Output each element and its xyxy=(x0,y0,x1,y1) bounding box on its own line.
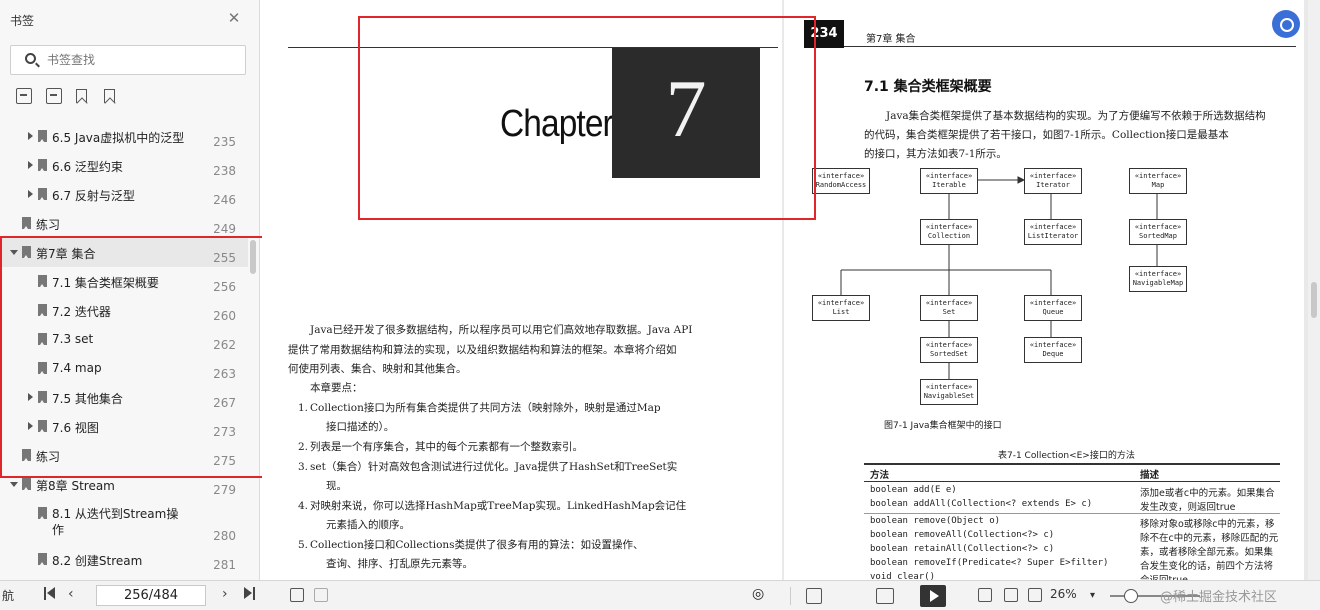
table-cell: 移除对象o或移除c中的元素，移 xyxy=(1140,519,1275,530)
highlight-box xyxy=(358,16,816,220)
scroll-thumb[interactable] xyxy=(1311,282,1317,318)
single-page-icon[interactable] xyxy=(806,588,822,604)
expand-all-icon[interactable] xyxy=(16,88,32,104)
panel-title: 书签 xyxy=(10,14,35,28)
uml-interface: «interface» Iterator xyxy=(1024,168,1082,194)
back-icon[interactable] xyxy=(290,588,304,602)
bookmark-search-input[interactable] xyxy=(47,51,237,69)
zoom-level[interactable]: 26% xyxy=(1050,587,1077,601)
table-header: 方法 xyxy=(870,470,890,481)
uml-interface: «interface» SortedMap xyxy=(1129,219,1187,245)
uml-interface: «interface» Deque xyxy=(1024,337,1082,363)
bookmark-item[interactable]: 练习 249 xyxy=(0,209,248,238)
key-point: 4. 对映射来说，你可以选择HashMap或TreeMap实现。LinkedHas… xyxy=(298,500,687,512)
intro-line: Java已经开发了很多数据结构，所以程序员可以用它们高效地存取数据。Java A… xyxy=(310,324,693,336)
assistant-button[interactable] xyxy=(1272,10,1300,38)
table-cell: boolean removeAll(Collection<?> c) xyxy=(870,530,1055,540)
table-cell: boolean remove(Object o) xyxy=(870,516,1001,526)
fit-width-icon[interactable] xyxy=(1028,588,1042,602)
table-cell: 发生改变，则返回true xyxy=(1140,502,1236,513)
intro-line: 何使用列表、集合、映射和其他集合。 xyxy=(288,363,467,375)
figure-caption: 图7-1 Java集合框架中的接口 xyxy=(884,421,1002,431)
document-scrollbar[interactable] xyxy=(1308,0,1320,580)
fit-page-icon[interactable] xyxy=(1004,588,1018,602)
uml-interface: «interface» List xyxy=(812,295,870,321)
table-cell: boolean add(E e) xyxy=(870,485,957,495)
bookmark-icon xyxy=(38,130,47,142)
bookmark-item[interactable]: 6.7 反射与泛型 246 xyxy=(0,180,248,209)
uml-interface: «interface» Collection xyxy=(920,219,978,245)
page-right: 234 第7章 集合 7.1 集合类框架概要 Java集合类框架提供了基本数据结… xyxy=(784,0,1304,586)
last-page-icon[interactable] xyxy=(244,587,258,601)
bookmark-icon[interactable] xyxy=(104,89,115,103)
two-page-icon[interactable] xyxy=(876,588,894,604)
uml-interface: «interface» Queue xyxy=(1024,295,1082,321)
uml-interface: «interface» SortedSet xyxy=(920,337,978,363)
table-caption: 表7-1 Collection<E>接口的方法 xyxy=(998,451,1135,461)
table-cell: 添加e或者c中的元素。如果集合 xyxy=(1140,488,1275,499)
uml-interface: «interface» RandomAccess xyxy=(812,168,870,194)
highlight-box xyxy=(0,236,264,478)
next-page-icon[interactable]: › xyxy=(222,587,236,601)
collapse-all-icon[interactable] xyxy=(46,88,62,104)
key-point-cont: 元素插入的顺序。 xyxy=(326,519,410,531)
uml-interface: «interface» NavigableMap xyxy=(1129,266,1187,292)
key-points-heading: 本章要点： xyxy=(310,382,363,394)
table-cell: 素，或者移除全部元素。如果集 xyxy=(1140,547,1274,558)
uml-interface: «interface» Map xyxy=(1129,168,1187,194)
bookmark-item[interactable]: 8.1 从迭代到Stream操作 280 xyxy=(0,499,248,543)
bookmark-search[interactable] xyxy=(10,45,246,75)
nav-label: 航 xyxy=(2,589,15,603)
close-icon[interactable]: ✕ xyxy=(226,10,242,26)
uml-interface: «interface» ListIterator xyxy=(1024,219,1082,245)
document-view[interactable]: Chapter 7 Java已经开发了很多数据结构，所以程序员可以用它们高效地存… xyxy=(262,0,1320,586)
uml-interface: «interface» NavigableSet xyxy=(920,379,978,405)
bookmark-icon xyxy=(38,159,47,171)
page-number-input[interactable]: 256/484 xyxy=(96,585,206,606)
table-cell: 除不在c中的元素，移除匹配的元 xyxy=(1140,533,1279,544)
uml-interface: «interface» Iterable xyxy=(920,168,978,194)
bookmark-icon xyxy=(38,188,47,200)
zoom-slider-handle[interactable] xyxy=(1124,589,1138,603)
key-point-cont: 现。 xyxy=(326,480,347,492)
first-page-icon[interactable] xyxy=(44,587,58,601)
bookmark-icon xyxy=(38,553,47,565)
key-point: 3. set（集合）针对高效包含测试进行过优化。Java提供了HashSet和Tr… xyxy=(298,461,678,473)
bookmark-item[interactable]: 6.5 Java虚拟机中的泛型 235 xyxy=(0,122,248,151)
table-cell: boolean removeIf(Predicate<? Super E>fil… xyxy=(870,558,1109,568)
key-point-cont: 查询、排序、打乱原先元素等。 xyxy=(326,558,473,570)
add-bookmark-icon[interactable] xyxy=(76,89,87,103)
actual-size-icon[interactable] xyxy=(978,588,992,602)
play-icon[interactable] xyxy=(920,585,946,607)
eye-icon[interactable]: ◎ xyxy=(752,586,766,602)
table-cell: boolean retainAll(Collection<?> c) xyxy=(870,544,1055,554)
key-point: 5. Collection接口和Collections类提供了很多有用的算法：如设… xyxy=(298,539,644,551)
bookmark-icon xyxy=(38,507,47,519)
key-point: 2. 列表是一个有序集合，其中的每个元素都有一个整数索引。 xyxy=(298,441,583,453)
prev-page-icon[interactable]: ‹ xyxy=(68,587,82,601)
forward-icon[interactable] xyxy=(314,588,328,602)
bookmark-item[interactable]: 8.2 创建Stream 281 xyxy=(0,545,248,574)
key-point: 1. Collection接口为所有集合类提供了共同方法（映射除外，映射是通过Ma… xyxy=(298,402,661,414)
search-icon xyxy=(25,53,36,64)
zoom-dropdown-icon[interactable]: ▾ xyxy=(1090,590,1095,601)
watermark: @稀土掘金技术社区 xyxy=(1160,590,1278,605)
bookmark-icon xyxy=(22,478,31,490)
bookmark-item[interactable]: 6.6 泛型约束 238 xyxy=(0,151,248,180)
uml-interface: «interface» Set xyxy=(920,295,978,321)
key-point-cont: 接口描述的）。 xyxy=(326,421,395,433)
intro-line: 提供了常用数据结构和算法的实现，以及组织数据结构和算法的框架。本章将介绍如 xyxy=(288,344,677,356)
table-cell: 合发生变化的话，前四个方法将 xyxy=(1140,561,1274,572)
status-bar: 航 ‹ 256/484 › ◎ 26% ▾ @稀土掘金技术社区 xyxy=(0,580,1320,610)
bookmark-icon xyxy=(22,217,31,229)
table-header: 描述 xyxy=(1140,470,1160,481)
table-cell: boolean addAll(Collection<? extends E> c… xyxy=(870,499,1093,509)
